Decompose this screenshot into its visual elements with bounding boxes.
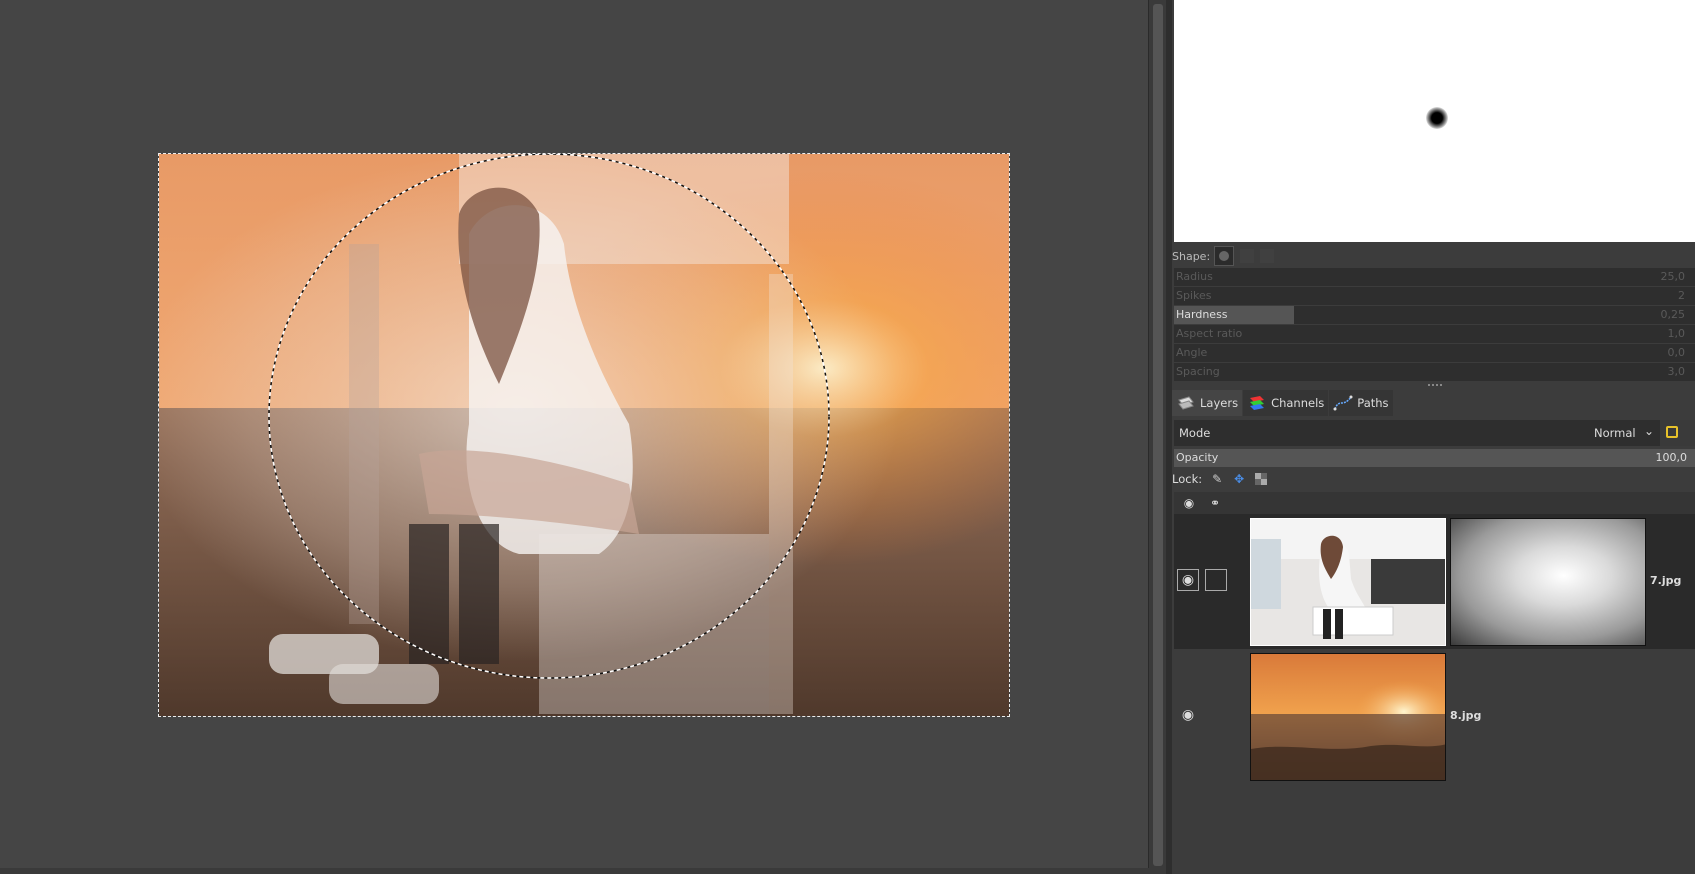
layer-thumbnail[interactable]	[1250, 518, 1446, 646]
paths-icon	[1333, 395, 1353, 411]
image-canvas-area[interactable]	[0, 0, 1152, 874]
layer-thumbnail[interactable]	[1250, 653, 1446, 781]
circle-shape-button[interactable]	[1214, 246, 1235, 266]
opacity-value: 100,0	[1655, 451, 1688, 464]
angle-value: 0,0	[1667, 346, 1686, 359]
square-shape-button[interactable]	[1240, 249, 1255, 263]
layers-list: ◉ 7.jpg ◉ 8.jpg	[1174, 515, 1695, 874]
spikes-value: 2	[1678, 289, 1685, 302]
opacity-slider[interactable]: Opacity 100,0	[1174, 449, 1695, 467]
layer-visibility-eye-icon[interactable]: ◉	[1177, 704, 1199, 726]
brush-preview	[1174, 0, 1695, 242]
layers-icon	[1178, 396, 1194, 410]
diamond-shape-button[interactable]	[1260, 249, 1275, 263]
lock-pixels-icon[interactable]: ✎	[1210, 472, 1224, 486]
dock-tabs: Layers Channels Paths	[1172, 390, 1695, 418]
layer-mode-select[interactable]: Mode Normal ⌄	[1174, 420, 1695, 446]
layer-visibility-eye-icon[interactable]: ◉	[1177, 569, 1199, 591]
tab-layers-label: Layers	[1200, 396, 1239, 410]
hardness-label: Hardness	[1176, 308, 1228, 321]
lock-alpha-icon[interactable]	[1254, 472, 1268, 486]
radius-value: 25,0	[1660, 270, 1686, 283]
layers-list-header: ◉ ⚭	[1174, 492, 1695, 515]
mode-label: Mode	[1179, 426, 1211, 440]
spikes-slider[interactable]: Spikes 2	[1174, 287, 1695, 306]
tab-paths-label: Paths	[1357, 396, 1389, 410]
right-dock-panel: Shape: Radius 25,0 Spikes 2 Hardness 0,2…	[1172, 0, 1695, 874]
aspect-ratio-label: Aspect ratio	[1176, 327, 1243, 340]
circle-icon	[1219, 251, 1230, 261]
chain-icon[interactable]: ⚭	[1204, 495, 1226, 511]
layer-row[interactable]: ◉ 7.jpg	[1174, 515, 1695, 649]
angle-slider[interactable]: Angle 0,0	[1174, 344, 1695, 363]
mode-value: Normal	[1594, 426, 1636, 440]
layer-chain-toggle[interactable]	[1205, 569, 1227, 591]
eye-icon[interactable]: ◉	[1178, 495, 1200, 511]
composite-mode-button[interactable]	[1660, 420, 1695, 446]
lock-position-icon[interactable]: ✥	[1232, 472, 1246, 486]
layer-row[interactable]: ◉ 8.jpg	[1174, 650, 1695, 784]
angle-label: Angle	[1176, 346, 1208, 359]
aspect-ratio-slider[interactable]: Aspect ratio 1,0	[1174, 325, 1695, 344]
chevron-down-icon: ⌄	[1644, 424, 1655, 438]
lock-label: Lock:	[1172, 472, 1203, 486]
layer-name[interactable]: 7.jpg	[1650, 574, 1681, 587]
canvas-horizontal-scrollbar[interactable]	[0, 868, 1166, 874]
channels-icon	[1250, 396, 1265, 410]
tab-layers[interactable]: Layers	[1172, 390, 1243, 416]
radius-label: Radius	[1176, 270, 1213, 283]
lock-row: Lock: ✎ ✥	[1172, 470, 1268, 488]
opacity-label: Opacity	[1176, 451, 1219, 464]
image-canvas[interactable]	[158, 153, 1010, 717]
spacing-label: Spacing	[1176, 365, 1220, 378]
tab-channels-label: Channels	[1271, 396, 1325, 410]
spacing-slider[interactable]: Spacing 3,0	[1174, 363, 1695, 382]
canvas-vertical-scrollbar[interactable]	[1148, 0, 1167, 874]
scrollbar-thumb[interactable]	[1153, 4, 1163, 866]
spacing-value: 3,0	[1667, 365, 1686, 378]
layer-name[interactable]: 8.jpg	[1450, 709, 1481, 722]
brush-shape-row: Shape:	[1172, 246, 1695, 266]
spikes-label: Spikes	[1176, 289, 1212, 302]
tab-channels[interactable]: Channels	[1243, 390, 1329, 416]
layer-mask-thumbnail[interactable]	[1450, 518, 1646, 646]
dock-resize-grip[interactable]	[1428, 384, 1442, 389]
aspect-ratio-value: 1,0	[1667, 327, 1686, 340]
composite-mode-icon	[1666, 426, 1678, 438]
radius-slider[interactable]: Radius 25,0	[1174, 268, 1695, 287]
hardness-value: 0,25	[1660, 308, 1686, 321]
tab-paths[interactable]: Paths	[1329, 390, 1393, 416]
brush-shape-preview	[1426, 107, 1448, 129]
composite-image	[159, 154, 1009, 716]
hardness-slider[interactable]: Hardness 0,25	[1174, 306, 1695, 325]
shape-label: Shape:	[1172, 249, 1211, 263]
